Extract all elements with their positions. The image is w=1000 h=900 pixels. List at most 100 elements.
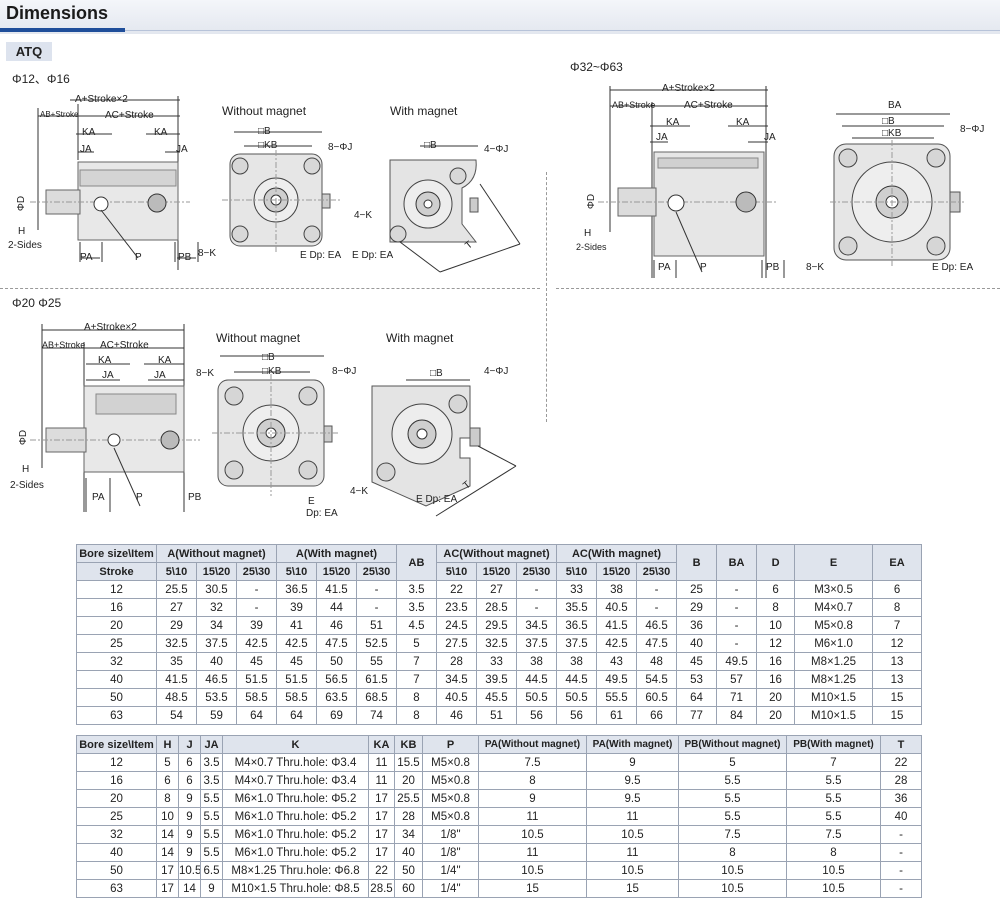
table-row: 40 41.5 46.5 51.5 51.5 56.5 61.5 7 34.5 39.5 44.5 4…: [76, 670, 923, 689]
table1-cell: 45.5: [476, 688, 517, 707]
table1-header-ea: EA: [872, 544, 923, 581]
table1-cell: 50.5: [556, 688, 598, 707]
table1-cell: 84: [716, 706, 758, 725]
table2-cell: 15.5: [394, 753, 423, 772]
dim-ac-stroke-bottom: AC+Stroke: [100, 340, 149, 351]
table2-cell: 5.5: [678, 807, 787, 826]
table1-cell: 45: [236, 652, 277, 671]
table2-cell: 11: [368, 753, 395, 772]
table1-cell: -: [636, 598, 678, 617]
table1-stroke-col: 25\30: [515, 562, 558, 581]
table2-cell: 28: [880, 771, 922, 790]
table2-cell: 14: [156, 825, 179, 844]
series-badge: ATQ: [6, 42, 52, 61]
table1-cell: -: [236, 580, 277, 599]
table1-cell: 6: [872, 580, 923, 599]
table1-cell: 49.5: [596, 670, 638, 689]
dim-h-bottom: H: [22, 464, 30, 475]
table1-cell: 16: [76, 598, 157, 617]
table1-cell: 7: [396, 670, 437, 689]
table2-cell: 17: [368, 825, 395, 844]
table1-cell: 6: [756, 580, 796, 599]
table2-cell: 14: [178, 879, 201, 898]
table1-cell: 32: [76, 652, 157, 671]
table1-stroke-col: 5\10: [156, 562, 197, 581]
dim-kb-top-left: □KB: [258, 140, 278, 151]
table1-cell: 34: [196, 616, 237, 635]
table1-cell: 20: [756, 688, 796, 707]
table1-cell: 29: [156, 616, 197, 635]
front-view-without-magnet-12-16: [222, 124, 342, 264]
table1-cell: 50: [316, 652, 357, 671]
table-row: 63 17 14 9 M10×1.5 Thru.hole: Φ8.5 28.5 60 1/4"…: [76, 879, 922, 898]
table1-cell: 12: [872, 634, 923, 653]
table2-body: 12 5 6 3.5 M4×0.7 Thru.hole: Φ3.4 11 15.5 M5×0.…: [76, 753, 922, 898]
dim-4-k-top-left: 4−K: [354, 210, 373, 221]
table1-cell: 12: [76, 580, 157, 599]
table2-cell: M4×0.7 Thru.hole: Φ3.4: [222, 753, 369, 772]
dim-p-right: P: [700, 262, 707, 273]
table2-header-cell: J: [178, 735, 201, 754]
table2-cell: 40: [394, 843, 423, 862]
table2-cell: 14: [156, 843, 179, 862]
table-row: 40 14 9 5.5 M6×1.0 Thru.hole: Φ5.2 17 40 1/8" 11…: [76, 843, 922, 862]
horizontal-divider-left: [0, 288, 540, 289]
dim-e-dp-ea-top-left-2: E Dp: EA: [352, 250, 394, 261]
table1-cell: 40: [676, 634, 718, 653]
table1-stroke-col: 15\20: [476, 562, 517, 581]
table1-stroke-col: 15\20: [316, 562, 357, 581]
table2-cell: -: [880, 825, 922, 844]
table1-cell: 56: [556, 706, 598, 725]
table1-cell: 69: [316, 706, 357, 725]
table2-cell: 5.5: [786, 789, 881, 808]
table1-cell: M8×1.25: [794, 652, 874, 671]
table1-cell: 49.5: [716, 652, 758, 671]
table1-cell: M10×1.5: [794, 688, 874, 707]
table1-cell: 64: [276, 706, 317, 725]
table2-cell: 7.5: [478, 753, 587, 772]
dim-ka-bottom-1: KA: [98, 355, 112, 366]
table1-cell: 29.5: [476, 616, 517, 635]
table1-cell: 66: [636, 706, 678, 725]
table1-cell: 28: [436, 652, 477, 671]
table1-cell: 22: [436, 580, 477, 599]
table1-header-row-1: Bore size\Item A(Without magnet) A(With …: [76, 544, 923, 581]
table1-cell: 33: [476, 652, 517, 671]
table2-cell: M6×1.0 Thru.hole: Φ5.2: [222, 807, 369, 826]
dim-a-stroke2-right: A+Stroke×2: [662, 83, 715, 94]
table1-cell: 55.5: [596, 688, 638, 707]
table2-cell: M6×1.0 Thru.hole: Φ5.2: [222, 789, 369, 808]
table1-cell: -: [515, 580, 558, 599]
table-row: 12 5 6 3.5 M4×0.7 Thru.hole: Φ3.4 11 15.5 M5×0.…: [76, 753, 922, 772]
table2-cell: 17: [368, 807, 395, 826]
table2-cell: 34: [394, 825, 423, 844]
table1-cell: 44.5: [556, 670, 598, 689]
table2-cell: M6×1.0 Thru.hole: Φ5.2: [222, 825, 369, 844]
table2-cell: 1/8": [422, 843, 479, 862]
section-header: Dimensions: [0, 0, 1000, 34]
table1-cell: 74: [356, 706, 397, 725]
table1-cell: 35.5: [556, 598, 598, 617]
table2-cell: 9: [178, 789, 201, 808]
horizontal-divider-right: [556, 288, 1000, 289]
table1-cell: 30.5: [196, 580, 237, 599]
table-row: 16 6 6 3.5 M4×0.7 Thru.hole: Φ3.4 11 20 M5×0.8 8…: [76, 771, 922, 790]
table2-header-cell: PB(Without magnet): [678, 735, 787, 754]
table2-cell: 17: [156, 861, 179, 880]
table2-cell: 12: [76, 753, 157, 772]
dim-ka-bottom-2: KA: [158, 355, 172, 366]
table2-cell: 7.5: [786, 825, 881, 844]
table1-cell: 13: [872, 670, 923, 689]
table1-cell: 53.5: [196, 688, 237, 707]
side-view-drawing-32-63: [578, 82, 788, 278]
table1-cell: 20: [756, 706, 796, 725]
dim-8-k-bottom: 8−K: [196, 368, 215, 379]
dim-ba: BA: [888, 100, 902, 111]
table2-cell: 3.5: [200, 753, 223, 772]
table1-cell: 36.5: [276, 580, 317, 599]
table1-cell: M3×0.5: [794, 580, 874, 599]
table1-cell: 41: [276, 616, 317, 635]
table2-cell: -: [880, 861, 922, 880]
table2-cell: 5: [678, 753, 787, 772]
dim-ka-left: KA: [82, 127, 96, 138]
